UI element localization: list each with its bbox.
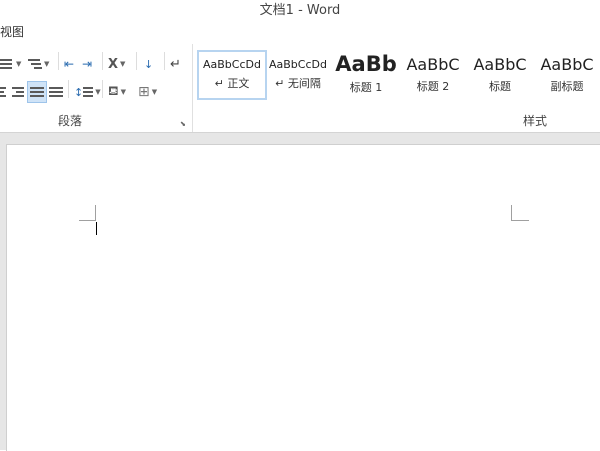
styles-gallery: AaBbCcDd ↵ 正文 AaBbCcDd ↵ 无间隔 AaBb 标题 1 A… [193, 44, 600, 132]
borders-button[interactable]: ⊞ ▼ [138, 82, 157, 102]
crop-mark [95, 205, 96, 221]
chinese-layout-icon: X [108, 56, 119, 72]
increase-indent-button[interactable]: ⇥ [82, 54, 92, 74]
bullets-button[interactable]: ▼ [0, 54, 21, 74]
shading-button[interactable]: ⛾ ▼ [108, 82, 126, 102]
chevron-down-icon[interactable]: ▼ [95, 88, 100, 96]
divider [68, 80, 69, 98]
align-right-button[interactable] [10, 82, 24, 102]
style-subtitle[interactable]: AaBbC 副标题 [534, 52, 600, 98]
justify-icon [30, 86, 44, 98]
document-page[interactable] [6, 144, 600, 451]
divider [164, 52, 165, 70]
divider [102, 52, 103, 70]
ribbon: ▼ ▼ ⇤ ⇥ X ▼ ↓ ↵ ↕ ▼ ⛾ ▼ ⊞ ▼ 段落 ⬊ AaBbCcD… [0, 44, 600, 133]
paragraph-group-label: 段落 [58, 114, 83, 128]
line-spacing-icon: ↕ [74, 85, 84, 99]
style-normal[interactable]: AaBbCcDd ↵ 正文 [197, 50, 267, 100]
document-canvas[interactable] [0, 133, 600, 451]
chevron-down-icon[interactable]: ▼ [152, 88, 157, 96]
distributed-button[interactable] [49, 82, 63, 102]
chinese-layout-button[interactable]: X ▼ [108, 54, 125, 74]
line-spacing-button[interactable]: ↕ ▼ [74, 82, 101, 102]
paragraph-mark-icon: ↵ [170, 56, 181, 72]
decrease-indent-button[interactable]: ⇤ [64, 54, 74, 74]
style-heading-1[interactable]: AaBb 标题 1 [333, 52, 399, 98]
show-marks-button[interactable]: ↵ [170, 54, 181, 74]
style-title[interactable]: AaBbC 标题 [467, 52, 533, 98]
dialog-launcher-icon[interactable]: ⬊ [180, 120, 188, 128]
sort-icon: ↓ [144, 57, 154, 71]
paragraph-group: ▼ ▼ ⇤ ⇥ X ▼ ↓ ↵ ↕ ▼ ⛾ ▼ ⊞ ▼ 段落 ⬊ [0, 44, 193, 132]
sort-button[interactable]: ↓ [144, 54, 153, 74]
bullet-list-icon [0, 58, 14, 70]
chevron-down-icon[interactable]: ▼ [121, 88, 126, 96]
align-right-icon [10, 86, 24, 98]
crop-mark [511, 220, 529, 221]
borders-icon: ⊞ [138, 84, 150, 100]
divider [136, 52, 137, 70]
justify-button[interactable] [27, 81, 47, 103]
crop-mark [79, 220, 95, 221]
chevron-down-icon[interactable]: ▼ [120, 60, 125, 68]
chevron-down-icon[interactable]: ▼ [16, 60, 21, 68]
multilevel-list-button[interactable]: ▼ [28, 54, 49, 74]
paint-bucket-icon: ⛾ [108, 83, 119, 99]
style-no-spacing[interactable]: AaBbCcDd ↵ 无间隔 [265, 52, 331, 98]
crop-mark [511, 205, 512, 221]
style-heading-2[interactable]: AaBbC 标题 2 [400, 52, 466, 98]
divider [102, 80, 103, 98]
text-cursor [96, 222, 97, 235]
decrease-indent-icon: ⇤ [64, 57, 75, 71]
divider [58, 52, 59, 70]
chevron-down-icon[interactable]: ▼ [44, 60, 49, 68]
styles-group-label: 样式 [523, 114, 548, 128]
increase-indent-icon: ⇥ [82, 57, 93, 71]
window-title: 文档1 - Word [0, 0, 600, 22]
multilevel-list-icon [28, 58, 42, 70]
tab-view[interactable]: 视图 [0, 23, 24, 40]
distributed-icon [49, 86, 63, 98]
